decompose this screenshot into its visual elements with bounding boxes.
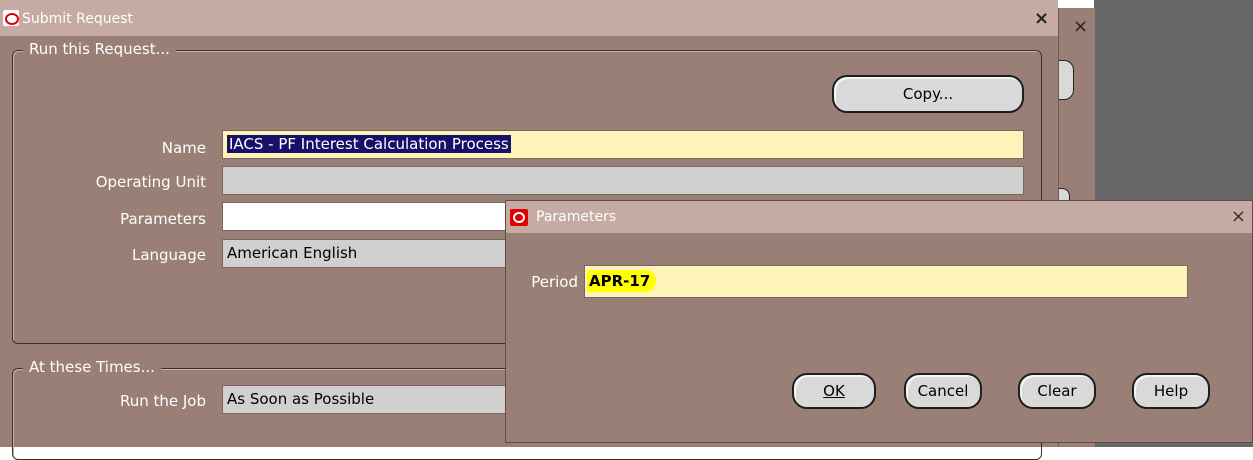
background-window-button-edge bbox=[1059, 60, 1074, 100]
copy-button-label: Copy... bbox=[902, 85, 954, 103]
clear-button-label: Clear bbox=[1037, 382, 1077, 400]
run-job-field[interactable]: As Soon as Possible bbox=[222, 385, 512, 414]
window-title: Submit Request bbox=[22, 11, 133, 27]
submit-request-titlebar: Submit Request × bbox=[0, 0, 1058, 36]
language-field[interactable]: American English bbox=[222, 239, 512, 268]
help-button-label: Help bbox=[1153, 382, 1189, 400]
help-button[interactable]: Help bbox=[1132, 373, 1210, 409]
name-label: Name bbox=[161, 139, 206, 157]
name-field-value: IACS - PF Interest Calculation Process bbox=[227, 135, 511, 153]
run-job-label: Run the Job bbox=[119, 392, 206, 410]
name-field[interactable]: IACS - PF Interest Calculation Process bbox=[222, 130, 1024, 159]
cancel-button-label: Cancel bbox=[917, 382, 969, 400]
close-icon[interactable]: × bbox=[1034, 8, 1049, 29]
oracle-logo-icon bbox=[3, 10, 19, 26]
parameters-dialog-title: Parameters bbox=[536, 209, 617, 225]
cancel-button[interactable]: Cancel bbox=[904, 373, 982, 409]
period-field[interactable]: APR-17 bbox=[584, 265, 1188, 298]
period-label: Period bbox=[531, 273, 578, 291]
parameters-label: Parameters bbox=[120, 210, 206, 228]
close-icon[interactable]: × bbox=[1231, 206, 1246, 227]
parameters-dialog: Parameters × Period APR-17 OK Cancel Cle… bbox=[505, 200, 1253, 443]
background-window-close-icon[interactable]: × bbox=[1073, 16, 1088, 37]
ok-button[interactable]: OK bbox=[792, 373, 876, 409]
period-field-value: APR-17 bbox=[587, 270, 657, 292]
parameters-dialog-titlebar: Parameters × bbox=[506, 201, 1252, 233]
clear-button[interactable]: Clear bbox=[1018, 373, 1096, 409]
copy-button[interactable]: Copy... bbox=[832, 75, 1024, 113]
operating-unit-label: Operating Unit bbox=[95, 173, 206, 191]
schedule-group-label: At these Times... bbox=[23, 358, 161, 376]
language-label: Language bbox=[131, 246, 206, 264]
run-request-group-label: Run this Request... bbox=[23, 40, 176, 58]
oracle-logo-icon bbox=[510, 209, 528, 226]
operating-unit-field[interactable] bbox=[222, 166, 1024, 195]
ok-button-label: OK bbox=[823, 382, 845, 400]
parameters-field[interactable] bbox=[222, 202, 512, 231]
